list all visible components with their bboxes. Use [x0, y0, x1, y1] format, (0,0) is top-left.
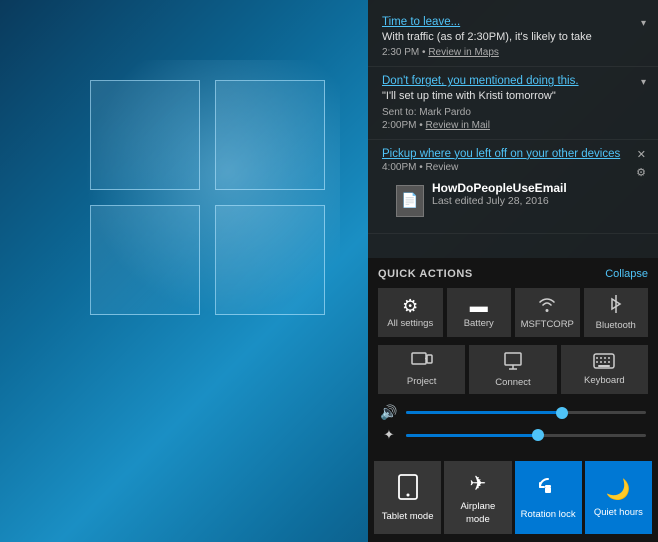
- logo-pane-tl: [90, 80, 200, 190]
- notif-mail-title[interactable]: Don't forget, you mentioned doing this.: [382, 75, 644, 87]
- notif-maps-link[interactable]: Review in Maps: [428, 47, 499, 58]
- project-icon: [411, 352, 433, 373]
- brightness-icon: ✦: [380, 427, 398, 443]
- notif-device-title[interactable]: Pickup where you left off on your other …: [382, 148, 644, 160]
- notification-maps: Time to leave... With traffic (as of 2:3…: [368, 8, 658, 67]
- volume-slider-row: 🔊: [378, 404, 648, 421]
- airplane-mode-icon: ✈: [469, 471, 486, 496]
- notif-mail-sent: Sent to: Mark Pardo: [382, 107, 644, 118]
- logo-pane-tr: [215, 80, 325, 190]
- notif-mail-body: "I'll set up time with Kristi tomorrow": [382, 89, 644, 104]
- notification-device: Pickup where you left off on your other …: [368, 140, 658, 234]
- qa-project-label: Project: [407, 376, 437, 387]
- settings-icon: ⚙: [402, 297, 418, 315]
- volume-thumb[interactable]: [556, 407, 568, 419]
- tile-quiet-hours-label: Quiet hours: [594, 507, 643, 519]
- notif-mail-meta: 2:00PM • Review in Mail: [382, 120, 644, 131]
- rotation-lock-icon: [537, 476, 559, 504]
- brightness-slider-row: ✦: [378, 427, 648, 443]
- notif-maps-meta: 2:30 PM • Review in Maps: [382, 47, 644, 58]
- quiet-hours-icon: 🌙: [606, 477, 631, 502]
- notif-maps-chevron[interactable]: ▾: [641, 18, 646, 29]
- volume-fill: [406, 411, 562, 414]
- brightness-thumb[interactable]: [532, 429, 544, 441]
- bluetooth-icon: [609, 294, 623, 317]
- tile-airplane-mode-label: Airplane mode: [448, 501, 507, 526]
- tablet-mode-icon: [397, 474, 419, 506]
- notification-mail: Don't forget, you mentioned doing this. …: [368, 67, 658, 139]
- notifications-list: Time to leave... With traffic (as of 2:3…: [368, 0, 658, 258]
- battery-icon: ▬: [470, 297, 488, 315]
- qa-project[interactable]: Project: [378, 345, 465, 394]
- doc-text: HowDoPeopleUseEmail Last edited July 28,…: [432, 181, 630, 207]
- doc-sub: Last edited July 28, 2016: [432, 195, 630, 207]
- qa-battery-label: Battery: [464, 318, 494, 329]
- tile-rotation-lock-label: Rotation lock: [521, 509, 576, 521]
- qa-header: QUICK ACTIONS Collapse: [378, 268, 648, 280]
- tile-airplane-mode[interactable]: ✈ Airplane mode: [444, 461, 511, 534]
- qa-all-settings[interactable]: ⚙ All settings: [378, 288, 443, 337]
- doc-icon: 📄: [396, 185, 424, 217]
- qa-all-settings-label: All settings: [387, 318, 433, 329]
- qa-collapse-button[interactable]: Collapse: [605, 268, 648, 280]
- logo-pane-br: [215, 205, 325, 315]
- qa-keyboard[interactable]: Keyboard: [561, 345, 648, 394]
- logo-pane-bl: [90, 205, 200, 315]
- notif-mail-link[interactable]: Review in Mail: [426, 120, 490, 131]
- tile-rotation-lock[interactable]: Rotation lock: [515, 461, 582, 534]
- qa-connect-label: Connect: [495, 377, 530, 388]
- notif-device-close[interactable]: ✕: [637, 148, 646, 161]
- notif-mail-chevron[interactable]: ▾: [641, 77, 646, 88]
- connect-icon: [503, 351, 523, 374]
- wifi-icon: [537, 295, 557, 316]
- notif-device-settings[interactable]: ⚙: [636, 166, 646, 179]
- brightness-fill: [406, 434, 538, 437]
- tile-tablet-mode-label: Tablet mode: [382, 511, 434, 523]
- quick-actions-section: QUICK ACTIONS Collapse ⚙ All settings ▬ …: [368, 258, 658, 455]
- tile-tablet-mode[interactable]: Tablet mode: [374, 461, 441, 534]
- keyboard-icon: [593, 353, 615, 372]
- notif-maps-title[interactable]: Time to leave...: [382, 16, 644, 28]
- qa-bluetooth-label: Bluetooth: [596, 320, 636, 331]
- bottom-tiles: Tablet mode ✈ Airplane mode Rotation loc…: [368, 455, 658, 542]
- qa-msftcorp[interactable]: MSFTCORP: [515, 288, 580, 337]
- tile-quiet-hours[interactable]: 🌙 Quiet hours: [585, 461, 652, 534]
- volume-icon: 🔊: [380, 404, 398, 421]
- brightness-track[interactable]: [406, 434, 646, 437]
- qa-bluetooth[interactable]: Bluetooth: [584, 288, 649, 337]
- doc-name: HowDoPeopleUseEmail: [432, 181, 630, 195]
- windows-logo: [60, 60, 340, 340]
- qa-grid-row2: Project Connect: [378, 345, 648, 394]
- qa-grid-row1: ⚙ All settings ▬ Battery MSFTCORP: [378, 288, 648, 337]
- notif-device-meta: 4:00PM • Review: [382, 162, 644, 173]
- qa-keyboard-label: Keyboard: [584, 375, 625, 386]
- qa-msftcorp-label: MSFTCORP: [521, 319, 574, 330]
- qa-battery[interactable]: ▬ Battery: [447, 288, 512, 337]
- doc-notif: 📄 HowDoPeopleUseEmail Last edited July 2…: [382, 173, 644, 225]
- volume-track[interactable]: [406, 411, 646, 414]
- action-center: Time to leave... With traffic (as of 2:3…: [368, 0, 658, 542]
- qa-connect[interactable]: Connect: [469, 345, 556, 394]
- qa-title: QUICK ACTIONS: [378, 268, 473, 280]
- notif-maps-body: With traffic (as of 2:30PM), it's likely…: [382, 30, 644, 45]
